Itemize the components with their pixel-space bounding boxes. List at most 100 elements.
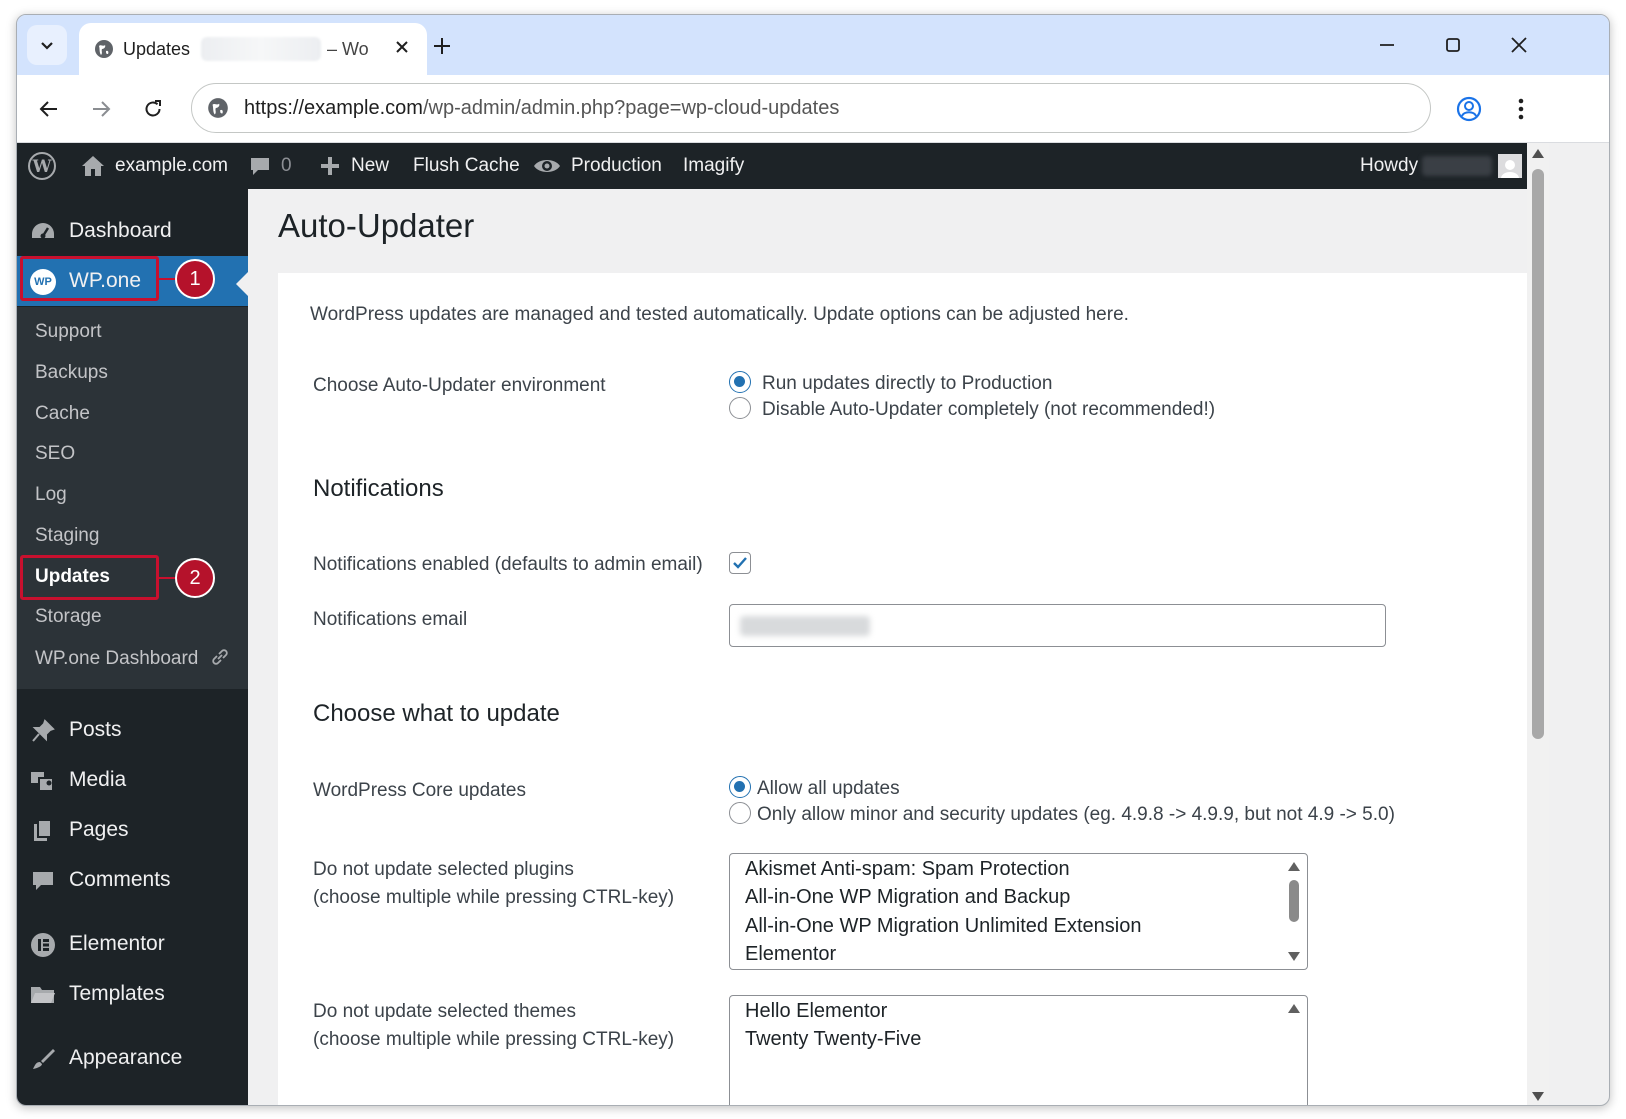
page-title: Auto-Updater (278, 207, 475, 244)
menu-elementor[interactable]: Elementor (17, 919, 248, 969)
plugins-scrollbar[interactable] (1288, 856, 1305, 967)
menu-dashboard[interactable]: Dashboard (17, 206, 248, 256)
redacted-username (1422, 156, 1493, 176)
page-scrollbar[interactable] (1527, 143, 1549, 1105)
choose-update-heading: Choose what to update (313, 700, 560, 727)
env-radio-disable[interactable] (729, 397, 751, 419)
menu-dashboard-label: Dashboard (69, 219, 172, 242)
menu-posts[interactable]: Posts (17, 705, 248, 755)
checkmark-icon (733, 557, 747, 569)
url-path: /wp-admin/admin.php?page=wp-cloud-update… (422, 97, 840, 119)
home-icon (82, 156, 104, 176)
submenu-storage[interactable]: Storage (35, 606, 102, 628)
plugin-option[interactable]: All-in-One WP Migration and Backup (745, 886, 1070, 909)
menu-comments[interactable]: Comments (17, 855, 248, 905)
wp-logo-menu[interactable]: W (27, 143, 57, 189)
flush-cache-link[interactable]: Flush Cache (413, 143, 520, 189)
plugin-option[interactable]: Elementor (745, 943, 836, 966)
menu-templates-label: Templates (69, 982, 165, 1005)
core-radio-all[interactable] (729, 776, 751, 798)
minimize-icon (1380, 44, 1394, 46)
comments-menu[interactable]: 0 (249, 143, 292, 189)
browser-menu-button[interactable] (1501, 89, 1541, 129)
notifications-email-label: Notifications email (313, 609, 468, 630)
menu-pages[interactable]: Pages (17, 805, 248, 855)
core-radio-minor[interactable] (729, 802, 751, 824)
more-vertical-icon (1518, 98, 1524, 120)
tab-updates[interactable]: Updates – Wo (79, 23, 427, 75)
core-option-minor-label[interactable]: Only allow minor and security updates (e… (757, 804, 1395, 826)
globe-icon (95, 40, 113, 58)
imagify-menu[interactable]: Imagify (683, 143, 744, 189)
elementor-icon (31, 933, 55, 957)
env-option-disable-label[interactable]: Disable Auto-Updater completely (not rec… (762, 399, 1215, 421)
scroll-thumb[interactable] (1289, 880, 1299, 922)
site-name: example.com (115, 155, 228, 176)
current-menu-arrow (236, 272, 248, 296)
minimize-button[interactable] (1367, 27, 1407, 63)
flush-cache-label: Flush Cache (413, 155, 520, 176)
plugin-option[interactable]: Akismet Anti-spam: Spam Protection (745, 858, 1070, 881)
tab-search-button[interactable] (27, 25, 67, 65)
notifications-heading: Notifications (313, 475, 444, 502)
production-menu[interactable]: Production (533, 143, 662, 189)
submenu-cache[interactable]: Cache (35, 403, 90, 425)
themes-select[interactable]: Hello Elementor Twenty Twenty-Five (729, 995, 1308, 1105)
close-window-button[interactable] (1499, 27, 1539, 63)
profile-button[interactable] (1449, 89, 1489, 129)
submenu-log[interactable]: Log (35, 484, 67, 506)
dashboard-icon (32, 223, 54, 239)
theme-option[interactable]: Hello Elementor (745, 1000, 887, 1023)
browser-toolbar: https://example.com/wp-admin/admin.php?p… (17, 75, 1609, 143)
forward-button[interactable] (81, 89, 121, 129)
notifications-enabled-checkbox[interactable] (729, 552, 751, 574)
admin-sidebar: Dashboard WP WP.one Support Backups Cach… (17, 189, 248, 1105)
scroll-down-icon[interactable] (1288, 952, 1300, 961)
env-radio-production[interactable] (729, 371, 751, 393)
notifications-email-input[interactable] (729, 604, 1386, 647)
account-menu[interactable]: Howdy (1360, 143, 1523, 189)
menu-templates[interactable]: Templates (17, 969, 248, 1019)
themes-scrollbar[interactable] (1288, 998, 1305, 1105)
menu-appearance[interactable]: Appearance (17, 1033, 248, 1083)
submenu-backups[interactable]: Backups (35, 362, 108, 384)
new-tab-button[interactable] (425, 29, 459, 63)
tab-title-suffix: – Wo (327, 39, 369, 59)
plugin-option[interactable]: All-in-One WP Migration Unlimited Extens… (745, 915, 1141, 938)
submenu-seo[interactable]: SEO (35, 443, 75, 465)
env-label: Choose Auto-Updater environment (313, 375, 606, 396)
submenu-wpone-dashboard-label: WP.one Dashboard (35, 648, 199, 669)
new-content-menu[interactable]: New (319, 143, 389, 189)
submenu-staging[interactable]: Staging (35, 525, 99, 547)
maximize-button[interactable] (1433, 27, 1473, 63)
back-button[interactable] (29, 89, 69, 129)
plugins-label-line1: Do not update selected plugins (313, 859, 574, 880)
plus-icon (321, 157, 339, 175)
page-scroll-thumb[interactable] (1532, 169, 1544, 739)
menu-pages-label: Pages (69, 818, 129, 841)
reload-button[interactable] (133, 89, 173, 129)
plugins-select[interactable]: Akismet Anti-spam: Spam Protection All-i… (729, 853, 1308, 970)
env-option-production-label[interactable]: Run updates directly to Production (762, 373, 1052, 395)
site-info-icon (208, 98, 228, 118)
submenu-wpone-dashboard[interactable]: WP.one Dashboard (35, 647, 230, 670)
page-scroll-up-icon[interactable] (1532, 149, 1544, 158)
scroll-up-icon[interactable] (1288, 1004, 1300, 1013)
theme-option[interactable]: Twenty Twenty-Five (745, 1028, 921, 1051)
address-bar[interactable]: https://example.com/wp-admin/admin.php?p… (191, 83, 1431, 133)
production-label: Production (571, 155, 662, 176)
reload-icon (145, 100, 161, 117)
close-icon (1511, 37, 1527, 53)
submenu-support[interactable]: Support (35, 321, 102, 343)
callout-number-1: 1 (175, 259, 215, 299)
plus-icon (434, 38, 450, 54)
menu-media[interactable]: Media (17, 755, 248, 805)
page-scroll-down-icon[interactable] (1532, 1092, 1544, 1101)
menu-posts-label: Posts (69, 718, 122, 741)
menu-appearance-label: Appearance (69, 1046, 183, 1069)
core-option-all-label[interactable]: Allow all updates (757, 778, 900, 800)
scroll-up-icon[interactable] (1288, 862, 1300, 871)
close-tab-icon[interactable] (387, 32, 417, 62)
core-updates-label: WordPress Core updates (313, 780, 526, 801)
site-name-menu[interactable]: example.com (81, 143, 228, 189)
